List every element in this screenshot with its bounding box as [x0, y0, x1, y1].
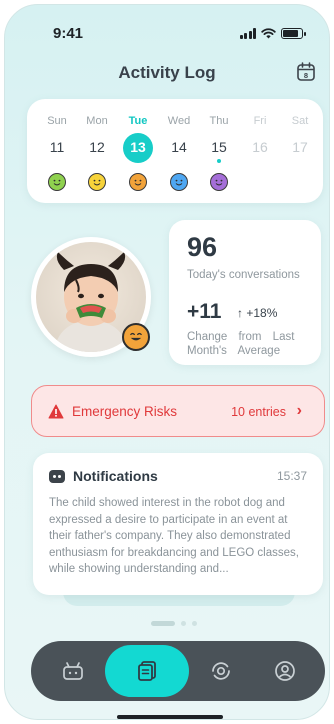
page-dot-active — [151, 621, 175, 626]
tab-bar — [31, 641, 325, 701]
day-name: Sun — [47, 115, 67, 127]
tab-camera[interactable] — [205, 655, 237, 687]
activity-log-icon — [138, 661, 156, 681]
page-dot — [192, 621, 197, 626]
battery-icon — [281, 28, 306, 39]
mood-face-icon — [129, 173, 147, 191]
day-number: 17 — [292, 139, 308, 155]
happy-mood-icon — [122, 323, 150, 351]
conversation-stats-card[interactable]: 96 Today's conversations +11 ↑ +18% Chan… — [169, 220, 321, 365]
warning-icon — [48, 404, 64, 419]
status-bar: 9:41 — [5, 25, 329, 45]
mood-face-icon — [88, 173, 106, 191]
notification-time: 15:37 — [276, 469, 307, 483]
status-time: 9:41 — [53, 25, 84, 42]
day-number: 13 — [130, 139, 146, 155]
camera-rotate-icon — [212, 662, 230, 680]
day-name: Sat — [291, 115, 309, 127]
day-number: 15 — [211, 139, 227, 155]
page-indicator — [151, 621, 197, 626]
chevron-right-icon: › — [296, 402, 302, 419]
emergency-risks-count: 10 entries — [231, 405, 286, 419]
day-name: Mon — [86, 115, 108, 127]
tab-robot[interactable] — [57, 655, 89, 687]
home-indicator — [117, 715, 223, 719]
calendar-badge: 8 — [304, 71, 308, 80]
wifi-icon — [261, 28, 276, 39]
week-selector: Sun 11 Mon 12 Tue 13 Wed 14 Thu 15 Fri 16 Sat 17 — [27, 99, 323, 203]
profile-icon — [275, 661, 295, 681]
day-number: 12 — [89, 139, 105, 155]
phone-screen: 9:41 Activity Log 8 Sun 11 Mon 12 Tue 13 Wed 14… — [4, 4, 330, 720]
arrow-up-icon: ↑ — [237, 306, 243, 320]
day-name: Thu — [209, 115, 229, 127]
day-number: 14 — [171, 139, 187, 155]
robot-message-icon — [49, 470, 65, 483]
today-dot — [217, 159, 221, 163]
cellular-signal-icon — [239, 28, 256, 39]
calendar-icon[interactable]: 8 — [295, 61, 317, 83]
change-percent: ↑ +18% — [237, 306, 277, 320]
day-name: Tue — [128, 115, 148, 127]
change-value: +11 — [187, 300, 222, 323]
page-title: Activity Log — [118, 63, 216, 82]
emergency-risks-banner[interactable]: Emergency Risks 10 entries › — [31, 385, 325, 437]
day-name: Fri — [253, 115, 267, 127]
status-icons — [239, 28, 306, 39]
notification-body: The child showed interest in the robot d… — [49, 497, 299, 575]
day-number: 11 — [49, 139, 65, 155]
day-number: 16 — [252, 139, 268, 155]
notification-title: Notifications — [73, 468, 158, 484]
emergency-risks-label: Emergency Risks — [72, 404, 178, 419]
mood-face-icon — [170, 173, 188, 191]
change-percent-value: +18% — [246, 306, 278, 320]
tab-activity-log[interactable] — [105, 645, 189, 697]
mood-face-icon — [210, 173, 228, 191]
day-name: Wed — [167, 115, 191, 127]
conversation-count-label: Today's conversations — [187, 269, 300, 281]
tab-profile[interactable] — [269, 655, 301, 687]
notification-card[interactable]: Notifications 15:37 The child showed int… — [33, 453, 323, 595]
change-label: Change from Last Month's Average — [187, 331, 295, 357]
mood-face-icon — [48, 173, 66, 191]
page-dot — [181, 621, 186, 626]
conversation-count: 96 — [187, 232, 218, 262]
robot-icon — [63, 662, 83, 680]
